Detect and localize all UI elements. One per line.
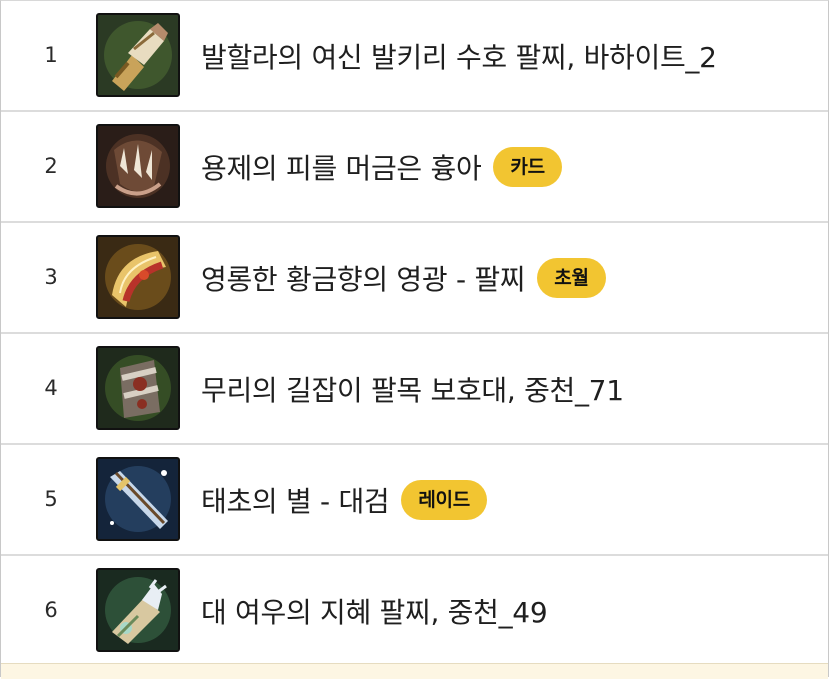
fox-bracelet-icon — [96, 568, 180, 652]
item-name: 용제의 피를 머금은 흉아 — [201, 151, 482, 185]
list-item[interactable]: 6 대 여우의 지혜 팔찌, 중천_49 — [1, 556, 828, 668]
category-badge: 초월 — [537, 257, 606, 298]
item-rank: 4 — [44, 376, 58, 400]
list-item[interactable]: 4 무리의 길잡이 팔목 보호대, 중천_71 — [1, 334, 828, 446]
item-rank: 1 — [44, 43, 58, 67]
item-rank: 6 — [44, 598, 58, 622]
item-name: 무리의 길잡이 팔목 보호대, 중천_71 — [201, 373, 624, 407]
list-item[interactable]: 2 용제의 피를 머금은 흉아 카드 — [1, 112, 828, 224]
category-badge: 레이드 — [401, 479, 487, 520]
item-list: 1 발할라의 여신 발키리 수호 팔찌, 바하이트_2 2 용제의 피를 머금은… — [0, 0, 829, 679]
list-item[interactable]: 5 태초의 별 - 대검 레이드 — [1, 445, 828, 557]
item-rank: 3 — [44, 265, 58, 289]
item-rank: 2 — [44, 154, 58, 178]
item-rank: 5 — [44, 487, 58, 511]
item-name: 태초의 별 - 대검 — [201, 484, 390, 518]
list-item[interactable]: 3 영롱한 황금향의 영광 - 팔찌 초월 — [1, 223, 828, 335]
dragon-fang-icon — [96, 124, 180, 208]
category-badge: 카드 — [493, 146, 562, 187]
item-name: 대 여우의 지혜 팔찌, 중천_49 — [201, 595, 548, 629]
golden-bracelet-icon — [96, 235, 180, 319]
item-name: 영롱한 황금향의 영광 - 팔찌 — [201, 262, 526, 296]
greatsword-icon — [96, 457, 180, 541]
gauntlet-icon — [96, 13, 180, 97]
wrist-guard-icon — [96, 346, 180, 430]
list-item[interactable]: 1 발할라의 여신 발키리 수호 팔찌, 바하이트_2 — [1, 1, 828, 113]
item-name: 발할라의 여신 발키리 수호 팔찌, 바하이트_2 — [201, 40, 717, 74]
